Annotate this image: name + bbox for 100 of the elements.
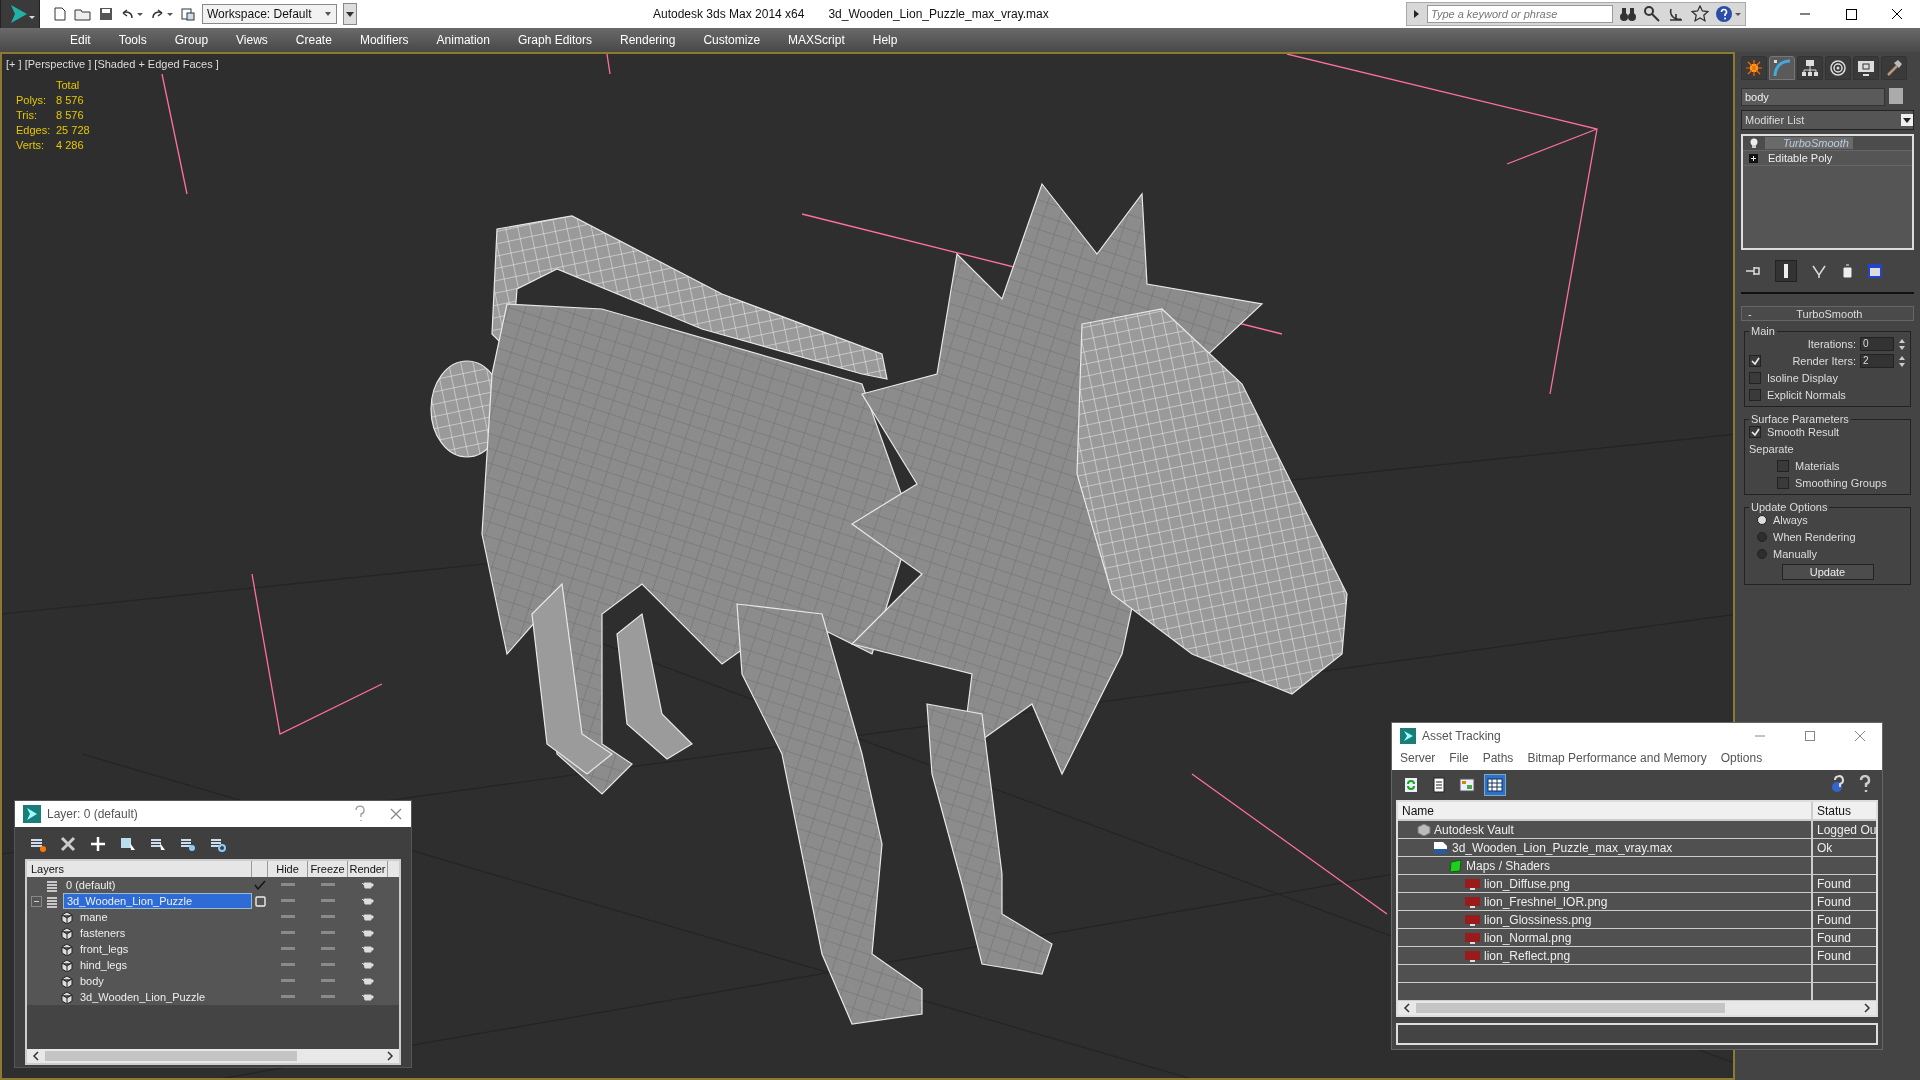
menu-item[interactable]: File [1449,751,1469,765]
checkbox[interactable] [1749,389,1761,401]
star-icon[interactable] [1691,5,1709,23]
new-file-icon[interactable] [52,6,68,22]
checkbox-label[interactable]: Smoothing Groups [1795,477,1887,489]
motion-tab[interactable] [1825,56,1851,80]
freeze-toggle-icon[interactable] [321,979,335,983]
binoculars-icon[interactable] [1619,5,1637,23]
save-icon[interactable] [98,6,114,22]
update-button[interactable]: Update [1781,564,1874,580]
scroll-left-icon[interactable] [1402,1003,1412,1013]
table-view-button[interactable] [1484,774,1506,796]
menu-item[interactable]: Edit [56,33,105,47]
menu-item[interactable]: Graph Editors [503,33,606,47]
object-name-field[interactable]: body [1741,88,1885,106]
radio-label[interactable]: When Rendering [1773,531,1856,543]
layer-name[interactable]: 3d_Wooden_Lion_Puzzle [63,893,252,909]
checkbox-label[interactable]: Materials [1795,460,1840,472]
teapot-icon[interactable] [362,896,374,906]
remove-modifier-icon[interactable] [1841,263,1853,279]
freeze-toggle-icon[interactable] [321,995,335,999]
teapot-icon[interactable] [362,912,374,922]
spinner-arrows-icon[interactable] [1898,337,1906,351]
scroll-right-icon[interactable] [385,1051,395,1061]
layer-name[interactable]: 0 (default) [63,878,119,892]
checkbox[interactable] [1749,355,1761,367]
configure-sets-icon[interactable] [1867,263,1883,279]
radio-label[interactable]: Manually [1773,548,1818,560]
freeze-toggle-icon[interactable] [321,899,335,903]
display-tab[interactable] [1853,56,1879,80]
spinner-field[interactable]: 2 [1860,354,1894,368]
menu-item[interactable]: MAXScript [774,33,859,47]
asset-name[interactable]: lion_Freshnel_IOR.png [1484,894,1608,909]
radio-button[interactable] [1757,549,1767,559]
column-header[interactable]: Status [1813,802,1876,819]
freeze-toggle-icon[interactable] [321,931,335,935]
hide-toggle-icon[interactable] [281,963,295,967]
utilities-tab[interactable] [1881,56,1907,80]
checkbox[interactable] [1777,460,1789,472]
select-objects-icon[interactable] [119,835,137,853]
checkbox-label[interactable]: Explicit Normals [1767,389,1846,401]
hide-toggle-icon[interactable] [281,931,295,935]
hide-toggle-icon[interactable] [281,947,295,951]
checkbox[interactable] [1749,426,1761,438]
asset-name[interactable]: lion_Reflect.png [1484,948,1571,963]
modifier-list-dropdown[interactable]: Modifier List [1741,110,1914,130]
menu-item[interactable]: Animation [422,33,504,47]
asset-name[interactable]: lion_Glossiness.png [1484,912,1592,927]
show-end-result-icon[interactable] [1775,260,1797,282]
scrollbar-thumb[interactable] [45,1051,297,1061]
teapot-icon[interactable] [362,992,374,1002]
scrollbar-thumb[interactable] [1416,1003,1726,1013]
spinner-field[interactable]: 0 [1860,337,1894,351]
checkbox-label[interactable]: Smooth Result [1767,426,1840,438]
menu-item[interactable]: Group [160,33,223,47]
asset-name[interactable]: lion_Normal.png [1484,930,1572,945]
checkbox-label[interactable]: Isoline Display [1767,372,1838,384]
menu-item[interactable]: Paths [1482,751,1514,765]
pin-icon[interactable] [1745,264,1761,278]
add-icon[interactable] [89,835,107,853]
scroll-right-icon[interactable] [1862,1003,1872,1013]
app-menu-button[interactable] [0,0,40,29]
column-header[interactable]: Name [1398,802,1813,819]
hide-toggle-icon[interactable] [281,883,295,887]
freeze-toggle-icon[interactable] [321,883,335,887]
viewport-label[interactable]: [+ ] [Perspective ] [Shaded + Edged Faces ] [6,58,219,70]
hierarchy-tab[interactable] [1797,56,1823,80]
radio-button[interactable] [1757,532,1767,542]
asset-name[interactable]: lion_Diffuse.png [1484,876,1570,891]
radio-label[interactable]: Always [1773,514,1808,526]
teapot-icon[interactable] [362,880,374,890]
make-unique-icon[interactable] [1811,263,1827,279]
delete-icon[interactable] [59,835,77,853]
checkbox[interactable] [1777,477,1789,489]
hide-toggle-icon[interactable] [281,915,295,919]
menu-item[interactable]: Tools [104,33,161,47]
menu-item[interactable]: Modifiers [345,33,423,47]
search-field[interactable]: Type a keyword or phrase [1427,5,1613,23]
lightbulb-icon[interactable] [1749,137,1759,149]
layer-name[interactable]: front_legs [77,942,132,956]
menu-item[interactable]: Options [1720,751,1763,765]
freeze-toggle-icon[interactable] [321,915,335,919]
hide-toggle-icon[interactable] [281,995,295,999]
teapot-icon[interactable] [362,976,374,986]
menu-item[interactable]: Rendering [606,33,690,47]
create-tab[interactable] [1741,56,1767,80]
checkbox[interactable] [1749,372,1761,384]
layer-name[interactable]: body [77,974,107,988]
menu-item[interactable]: Views [222,33,282,47]
asset-name[interactable]: Autodesk Vault [1434,822,1514,837]
radio-button[interactable] [1757,515,1767,525]
spinner-arrows-icon[interactable] [1898,354,1906,368]
asset-name[interactable]: Maps / Shaders [1466,858,1551,873]
checkbox-icon[interactable] [254,895,266,907]
collapse-icon[interactable] [30,895,42,907]
checkmark-icon[interactable] [254,880,266,890]
rollout-header[interactable]: - TurboSmooth [1741,306,1914,321]
scroll-left-icon[interactable] [31,1051,41,1061]
menu-item[interactable]: Bitmap Performance and Memory [1527,751,1707,765]
teapot-icon[interactable] [362,928,374,938]
